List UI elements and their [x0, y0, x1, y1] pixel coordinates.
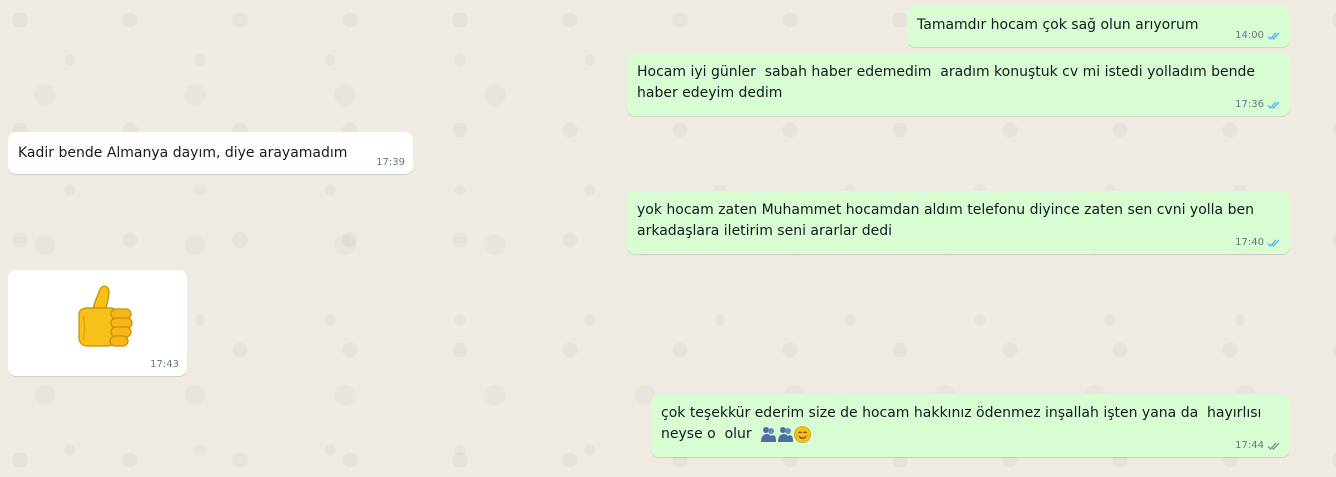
outgoing-message[interactable]: Tamamdır hocam çok sağ olun arıyorum 14:…: [907, 6, 1290, 47]
thumbs-up-emoji-icon: [78, 285, 133, 347]
outgoing-message[interactable]: çok teşekkür ederim size de hocam hakkın…: [651, 394, 1290, 457]
message-time: 17:40: [1235, 237, 1264, 248]
message-meta: 17:44: [1235, 440, 1282, 452]
message-text: Kadir bende Almanya dayım, diye arayamad…: [18, 145, 348, 161]
incoming-message[interactable]: 17:43: [8, 270, 187, 376]
message-text: Tamamdır hocam çok sağ olun arıyorum: [917, 17, 1199, 33]
outgoing-message[interactable]: yok hocam zaten Muhammet hocamdan aldım …: [627, 191, 1290, 254]
outgoing-message[interactable]: Hocam iyi günler sabah haber edemedim ar…: [627, 53, 1290, 116]
chat-conversation-panel[interactable]: Tamamdır hocam çok sağ olun arıyorum 14:…: [0, 0, 1336, 477]
double-check-read-icon: [1267, 239, 1280, 248]
message-time: 17:36: [1235, 99, 1264, 110]
incoming-message[interactable]: Kadir bende Almanya dayım, diye arayamad…: [8, 132, 413, 174]
message-text: Hocam iyi günler sabah haber edemedim ar…: [637, 64, 1260, 101]
double-check-read-icon: [1267, 32, 1280, 41]
people-hugging-emoji-icon: [777, 426, 793, 442]
message-time: 17:44: [1235, 440, 1264, 451]
message-meta: 14:00: [1235, 30, 1282, 42]
message-meta: 17:40: [1235, 237, 1282, 249]
message-meta: 17:39: [376, 157, 405, 169]
double-check-read-icon: [1267, 101, 1280, 110]
message-text: yok hocam zaten Muhammet hocamdan aldım …: [637, 202, 1259, 239]
smiling-face-with-smiling-eyes-emoji-icon: [793, 425, 811, 443]
message-time: 17:43: [150, 359, 179, 370]
people-hugging-emoji-icon: [760, 426, 776, 442]
message-time: 14:00: [1235, 30, 1264, 41]
message-meta: 17:43: [150, 359, 179, 371]
message-body: çok teşekkür ederim size de hocam hakkın…: [661, 405, 1266, 442]
message-text: çok teşekkür ederim size de hocam hakkın…: [661, 403, 1281, 445]
message-meta: 17:36: [1235, 99, 1282, 111]
double-check-delivered-icon: [1267, 442, 1280, 451]
message-time: 17:39: [376, 157, 405, 168]
